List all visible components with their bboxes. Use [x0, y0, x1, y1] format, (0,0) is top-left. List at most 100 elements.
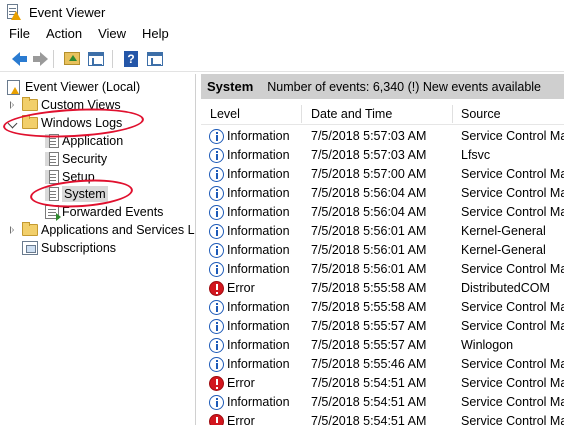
- information-icon: [209, 338, 224, 353]
- cell-source: Service Control Mar: [461, 167, 564, 181]
- cell-date-time: 7/5/2018 5:55:58 AM: [311, 300, 427, 314]
- console-tree: Event Viewer (Local) Custom Views Window…: [0, 74, 196, 425]
- error-icon: [209, 414, 224, 425]
- show-hide-tree-icon: [88, 51, 104, 66]
- tree-item-label: Applications and Services Lo: [41, 223, 196, 237]
- cell-date-time: 7/5/2018 5:55:57 AM: [311, 338, 427, 352]
- error-icon: [209, 376, 224, 391]
- table-row[interactable]: Information 7/5/2018 5:56:04 AM Service Co…: [201, 203, 564, 222]
- cell-level: Information: [227, 262, 290, 276]
- menu-bar: File Action View Help: [0, 24, 564, 44]
- cell-level: Information: [227, 148, 290, 162]
- cell-date-time: 7/5/2018 5:55:57 AM: [311, 319, 427, 333]
- tree-item-windows-logs[interactable]: Windows Logs: [8, 114, 122, 132]
- information-icon: [209, 319, 224, 334]
- tree-item-label: Event Viewer (Local): [25, 80, 141, 94]
- cell-date-time: 7/5/2018 5:57:00 AM: [311, 167, 427, 181]
- table-row[interactable]: Information 7/5/2018 5:57:03 AM Service Co…: [201, 127, 564, 146]
- information-icon: [209, 262, 224, 277]
- cell-date-time: 7/5/2018 5:57:03 AM: [311, 129, 427, 143]
- menu-file[interactable]: File: [0, 24, 38, 44]
- cell-level: Information: [227, 243, 290, 257]
- tree-item-forwarded-events[interactable]: Forwarded Events: [45, 203, 163, 221]
- forwarded-log-icon: [45, 205, 61, 221]
- forward-icon: [33, 51, 48, 66]
- tree-item-label: Security: [62, 152, 108, 166]
- column-header-level[interactable]: Level: [201, 103, 301, 125]
- subscriptions-icon: [22, 241, 38, 255]
- event-count-summary: Number of events: 6,340 (!) New events a…: [267, 79, 541, 94]
- collapse-chevron-icon[interactable]: [8, 118, 18, 128]
- cell-source: Service Control Mar: [461, 186, 564, 200]
- event-list-pane: System Number of events: 6,340 (!) New e…: [201, 74, 564, 425]
- column-header-source[interactable]: Source: [452, 103, 564, 125]
- window-title: Event Viewer: [29, 4, 106, 20]
- cell-source: Lfsvc: [461, 148, 491, 162]
- table-row[interactable]: Information 7/5/2018 5:56:04 AM Service Co…: [201, 184, 564, 203]
- back-button[interactable]: [2, 49, 27, 69]
- help-icon: ?: [124, 50, 138, 67]
- cell-level: Information: [227, 338, 290, 352]
- tree-item-subscriptions[interactable]: Subscriptions: [22, 239, 116, 257]
- cell-level: Information: [227, 205, 290, 219]
- expand-chevron-icon[interactable]: [8, 100, 18, 110]
- cell-source: Winlogon: [461, 338, 514, 352]
- forward-button[interactable]: [26, 49, 48, 69]
- up-one-level-button[interactable]: [61, 49, 83, 69]
- tree-item-label: Subscriptions: [41, 241, 117, 255]
- cell-level: Information: [227, 395, 290, 409]
- table-row[interactable]: Information 7/5/2018 5:55:57 AM Winlogon: [201, 336, 564, 355]
- table-row[interactable]: Information 7/5/2018 5:56:01 AM Kernel-Gen…: [201, 241, 564, 260]
- table-row[interactable]: Information 7/5/2018 5:57:03 AM Lfsvc: [201, 146, 564, 165]
- tree-item-system[interactable]: System: [45, 185, 108, 203]
- table-row[interactable]: Information 7/5/2018 5:54:51 AM Service Co…: [201, 393, 564, 412]
- tree-item-setup[interactable]: Setup: [45, 168, 95, 186]
- help-button[interactable]: ?: [120, 49, 142, 69]
- table-row[interactable]: Information 7/5/2018 5:55:57 AM Service Co…: [201, 317, 564, 336]
- tree-item-security[interactable]: Security: [45, 150, 107, 168]
- cell-date-time: 7/5/2018 5:55:46 AM: [311, 357, 427, 371]
- event-viewer-icon: [7, 79, 20, 95]
- table-row[interactable]: Error 7/5/2018 5:54:51 AM Service Control …: [201, 374, 564, 393]
- cell-source: Service Control Mar: [461, 300, 564, 314]
- cell-level: Information: [227, 186, 290, 200]
- tree-item-root[interactable]: Event Viewer (Local): [6, 78, 140, 96]
- information-icon: [209, 224, 224, 239]
- table-row[interactable]: Information 7/5/2018 5:56:01 AM Service Co…: [201, 260, 564, 279]
- table-row[interactable]: Information 7/5/2018 5:55:58 AM Service Co…: [201, 298, 564, 317]
- cell-date-time: 7/5/2018 5:57:03 AM: [311, 148, 427, 162]
- cell-date-time: 7/5/2018 5:56:04 AM: [311, 205, 427, 219]
- show-hide-console-tree-button[interactable]: [85, 49, 107, 69]
- toolbar-separator: [112, 49, 113, 68]
- cell-level: Error: [227, 376, 255, 390]
- menu-view[interactable]: View: [90, 24, 134, 44]
- tree-item-applications-and-services[interactable]: Applications and Services Lo: [8, 221, 196, 239]
- show-hide-action-pane-button[interactable]: [144, 49, 166, 69]
- folder-icon: [22, 222, 38, 236]
- cell-date-time: 7/5/2018 5:54:51 AM: [311, 395, 427, 409]
- cell-level: Error: [227, 414, 255, 425]
- cell-date-time: 7/5/2018 5:54:51 AM: [311, 414, 427, 425]
- column-headers: Level Date and Time Source: [201, 103, 564, 125]
- log-icon: [45, 134, 59, 148]
- menu-action[interactable]: Action: [38, 24, 90, 44]
- cell-date-time: 7/5/2018 5:56:01 AM: [311, 243, 427, 257]
- table-row[interactable]: Information 7/5/2018 5:56:01 AM Kernel-Gen…: [201, 222, 564, 241]
- column-header-date-time[interactable]: Date and Time: [302, 103, 452, 125]
- folder-icon: [22, 115, 38, 129]
- cell-source: Service Control Mar: [461, 205, 564, 219]
- cell-source: Kernel-General: [461, 224, 546, 238]
- information-icon: [209, 357, 224, 372]
- table-row[interactable]: Error 7/5/2018 5:55:58 AM DistributedCOM: [201, 279, 564, 298]
- table-row[interactable]: Error 7/5/2018 5:54:51 AM Service Control …: [201, 412, 564, 425]
- error-icon: [209, 281, 224, 296]
- log-icon: [45, 170, 59, 184]
- log-icon: [45, 187, 59, 201]
- table-row[interactable]: Information 7/5/2018 5:55:46 AM Service Co…: [201, 355, 564, 374]
- tree-item-label: Setup: [62, 170, 95, 184]
- tree-item-custom-views[interactable]: Custom Views: [8, 96, 121, 114]
- tree-item-application[interactable]: Application: [45, 132, 123, 150]
- table-row[interactable]: Information 7/5/2018 5:57:00 AM Service Co…: [201, 165, 564, 184]
- menu-help[interactable]: Help: [134, 24, 177, 44]
- expand-chevron-icon[interactable]: [8, 225, 18, 235]
